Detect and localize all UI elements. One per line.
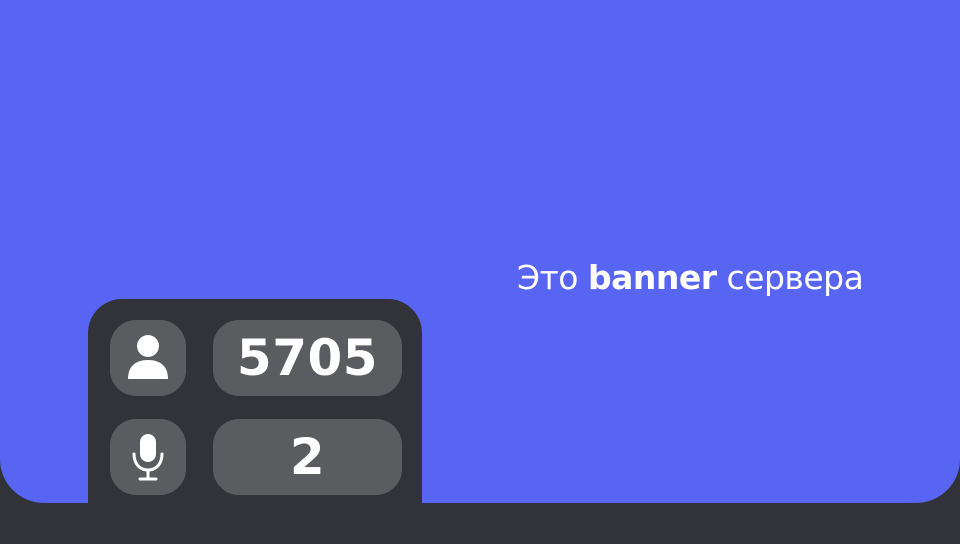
banner-caption-prefix: Это [517,258,578,297]
banner-caption-suffix: сервера [726,258,864,297]
server-stats-panel: 5705 2 [88,299,422,544]
user-icon [128,335,168,379]
banner-caption: Это banner сервера [517,258,864,297]
voice-icon-box [110,419,186,495]
voice-count: 2 [213,419,402,495]
members-icon-box [110,320,186,396]
microphone-icon [132,434,164,481]
member-count: 5705 [213,320,402,396]
banner-caption-bold: banner [587,258,717,297]
